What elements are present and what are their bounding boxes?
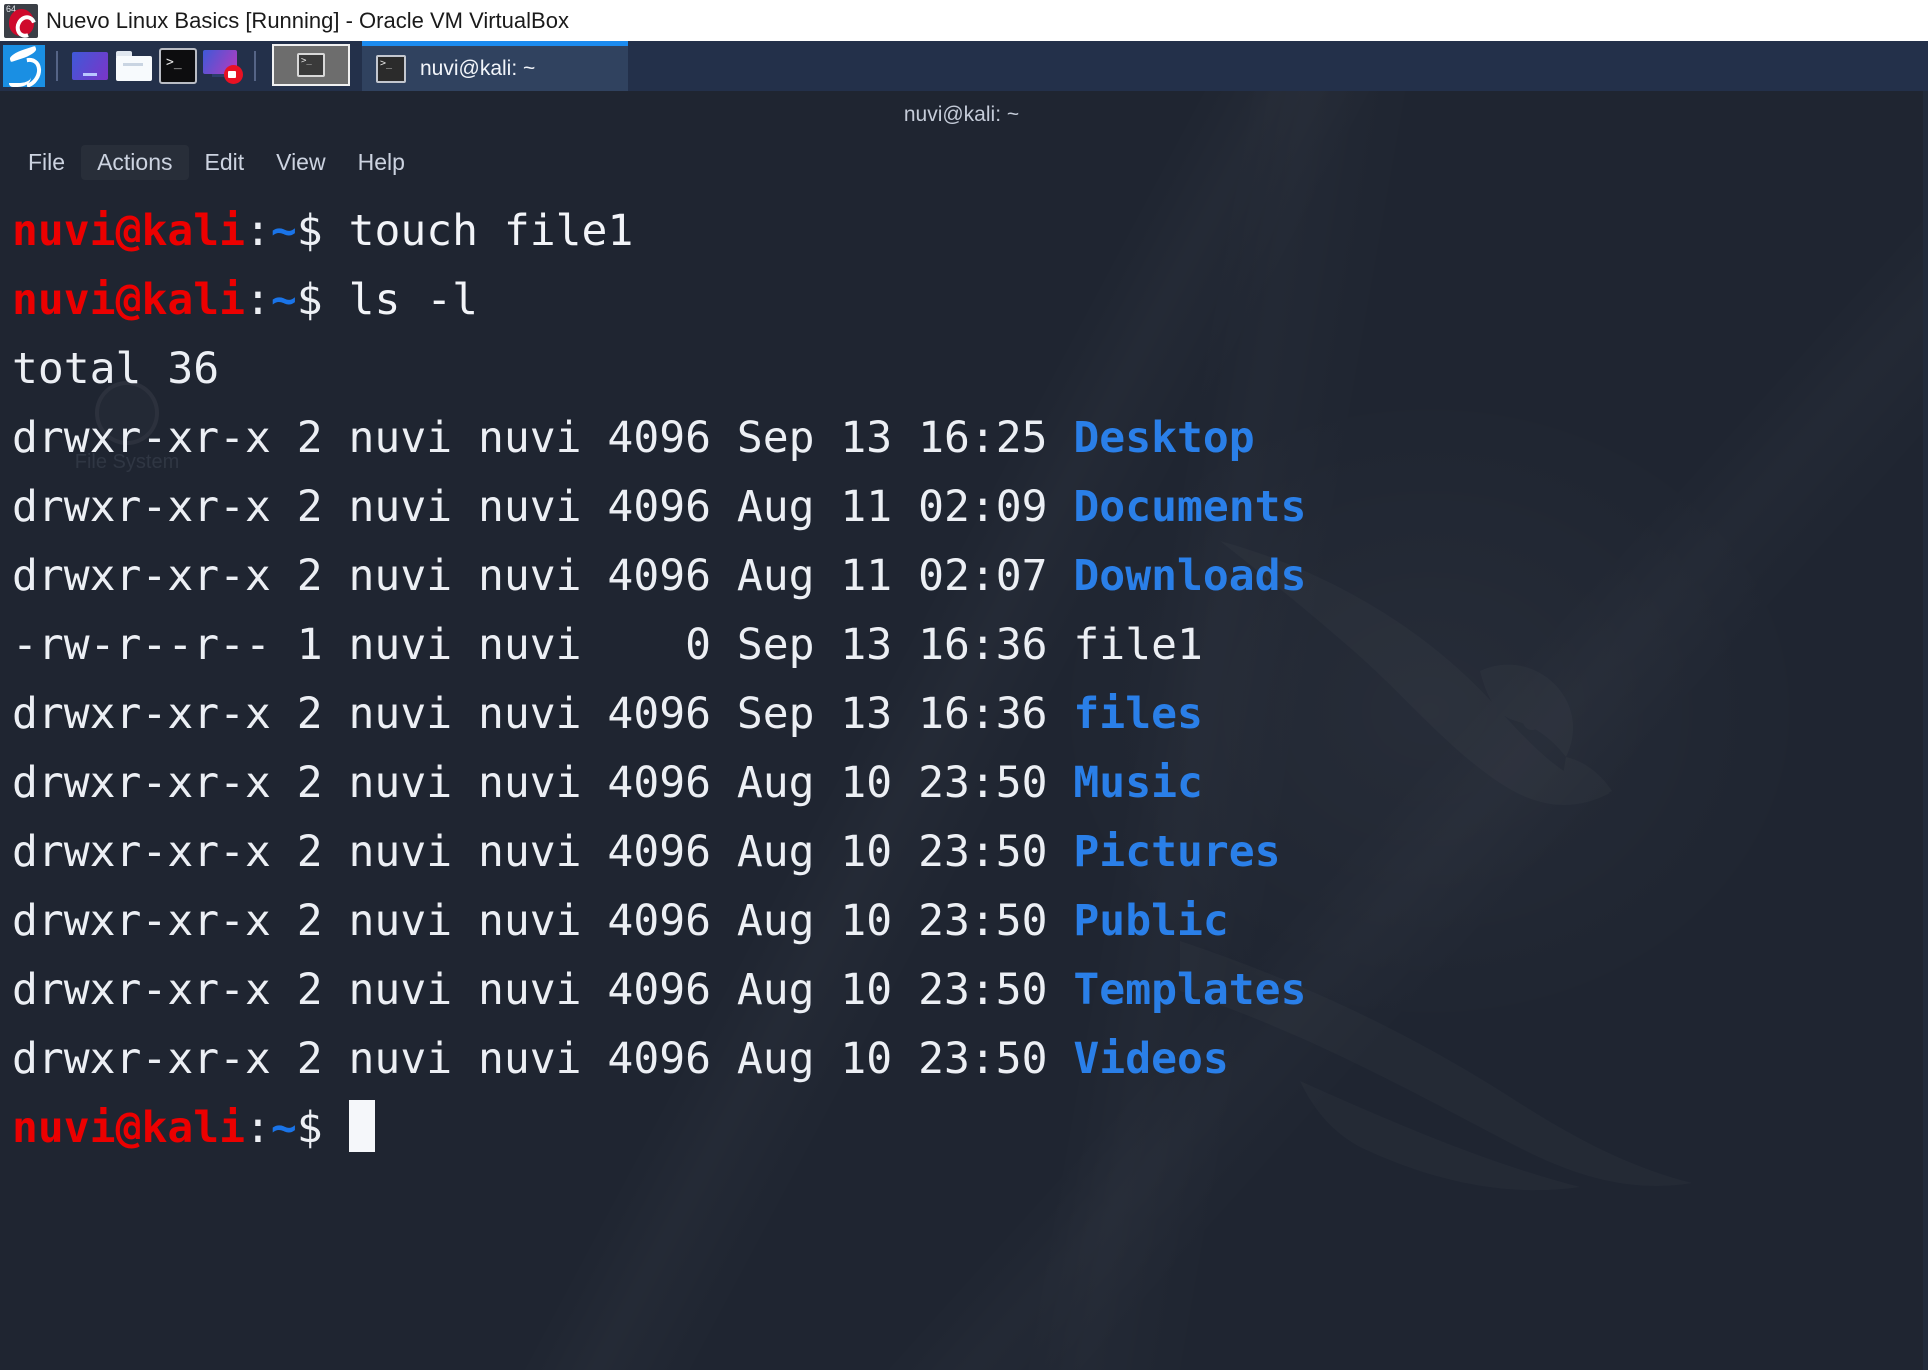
listing-directory-name: Documents xyxy=(1073,482,1307,532)
browser-glyph xyxy=(72,52,108,80)
listing-directory-name: Desktop xyxy=(1073,413,1255,463)
terminal-listing-row: drwxr-xr-x 2 nuvi nuvi 4096 Aug 10 23:50… xyxy=(12,956,1923,1025)
terminal-listing-row: drwxr-xr-x 2 nuvi nuvi 4096 Sep 13 16:25… xyxy=(12,404,1923,473)
task-list: nuvi@kali: ~ xyxy=(362,41,628,91)
prompt-sigil: $ xyxy=(296,275,349,325)
terminal-listing-row: -rw-r--r-- 1 nuvi nuvi 0 Sep 13 16:36 fi… xyxy=(12,611,1923,680)
listing-directory-name: Templates xyxy=(1073,965,1307,1015)
panel-separator-2 xyxy=(254,51,256,81)
listing-directory-name: Public xyxy=(1073,896,1229,946)
terminal-listing-row: drwxr-xr-x 2 nuvi nuvi 4096 Aug 10 23:50… xyxy=(12,749,1923,818)
virtualbox-icon: 64 xyxy=(4,3,38,38)
terminal-glyph: >_ xyxy=(159,48,197,84)
prompt-user-host: nuvi@kali xyxy=(12,275,245,325)
workspace-thumbnail-terminal xyxy=(297,53,325,77)
listing-directory-name: files xyxy=(1073,689,1203,739)
listing-file-name: file1 xyxy=(1073,620,1203,670)
terminal-title: nuvi@kali: ~ xyxy=(903,103,1020,126)
prompt-path: ~ xyxy=(270,1103,297,1153)
terminal-command: touch file1 xyxy=(348,206,634,256)
menu-view[interactable]: View xyxy=(260,145,341,180)
terminal-prompt-line: nuvi@kali:~$ ls -l xyxy=(12,266,1923,335)
terminal-menubar: File Actions Edit View Help xyxy=(0,139,1923,185)
listing-directory-name: Downloads xyxy=(1073,551,1307,601)
terminal-listing-row: drwxr-xr-x 2 nuvi nuvi 4096 Aug 10 23:50… xyxy=(12,818,1923,887)
terminal-listing-row: drwxr-xr-x 2 nuvi nuvi 4096 Sep 13 16:36… xyxy=(12,680,1923,749)
menu-actions[interactable]: Actions xyxy=(81,144,189,180)
listing-metadata: drwxr-xr-x 2 nuvi nuvi 4096 Aug 11 02:07 xyxy=(12,551,1074,601)
terminal-listing-row: drwxr-xr-x 2 nuvi nuvi 4096 Aug 11 02:09… xyxy=(12,473,1923,542)
prompt-sigil: $ xyxy=(296,1103,349,1153)
terminal-listing-row: drwxr-xr-x 2 nuvi nuvi 4096 Aug 10 23:50… xyxy=(12,887,1923,956)
virtualbox-logo-swirl xyxy=(9,8,34,36)
workspace-switcher[interactable] xyxy=(272,44,350,86)
menu-edit[interactable]: Edit xyxy=(189,145,261,180)
listing-metadata: drwxr-xr-x 2 nuvi nuvi 4096 Aug 11 02:09 xyxy=(12,482,1074,532)
prompt-path: ~ xyxy=(270,206,297,256)
terminal-listing-row: drwxr-xr-x 2 nuvi nuvi 4096 Aug 11 02:07… xyxy=(12,542,1923,611)
listing-directory-name: Pictures xyxy=(1073,827,1281,877)
listing-metadata: drwxr-xr-x 2 nuvi nuvi 4096 Aug 10 23:50 xyxy=(12,758,1074,808)
terminal-listing-row: drwxr-xr-x 2 nuvi nuvi 4096 Aug 10 23:50… xyxy=(12,1025,1923,1094)
xfce-panel: >_ nuvi@kali: ~ xyxy=(0,41,1928,91)
terminal-prompt-line: nuvi@kali:~$ touch file1 xyxy=(12,197,1923,266)
desktop-edge-sliver xyxy=(1923,91,1928,1370)
listing-metadata: drwxr-xr-x 2 nuvi nuvi 4096 Aug 10 23:50 xyxy=(12,896,1074,946)
recorder-glyph xyxy=(203,50,243,84)
kali-menu-icon[interactable] xyxy=(2,44,46,88)
kali-dragon-glyph xyxy=(3,45,45,87)
terminal-window: File System nuvi@kali: ~ File Actions Ed… xyxy=(0,91,1923,1370)
window-title: Nuevo Linux Basics [Running] - Oracle VM… xyxy=(46,7,569,33)
listing-directory-name: Music xyxy=(1073,758,1203,808)
panel-launcher-area: >_ xyxy=(0,41,268,91)
listing-metadata: -rw-r--r-- 1 nuvi nuvi 0 Sep 13 16:36 xyxy=(12,620,1074,670)
terminal-command: ls -l xyxy=(348,275,479,325)
prompt-user-host: nuvi@kali xyxy=(12,206,245,256)
prompt-path: ~ xyxy=(270,275,297,325)
terminal-output-area[interactable]: nuvi@kali:~$ touch file1 nuvi@kali:~$ ls … xyxy=(0,187,1923,1370)
listing-metadata: drwxr-xr-x 2 nuvi nuvi 4096 Aug 10 23:50 xyxy=(12,827,1074,877)
prompt-colon: : xyxy=(245,206,271,256)
folder-glyph xyxy=(116,51,152,81)
terminal-cursor xyxy=(348,1100,375,1152)
prompt-sigil: $ xyxy=(296,206,349,256)
terminal-prompt-line: nuvi@kali:~$ xyxy=(12,1094,1923,1163)
terminal-output-line: total 36 xyxy=(12,335,1923,404)
taskbar-window-label: nuvi@kali: ~ xyxy=(420,56,536,80)
menu-file[interactable]: File xyxy=(12,145,81,180)
panel-separator xyxy=(56,51,58,81)
prompt-colon: : xyxy=(245,275,271,325)
listing-metadata: drwxr-xr-x 2 nuvi nuvi 4096 Aug 10 23:50 xyxy=(12,965,1074,1015)
listing-metadata: drwxr-xr-x 2 nuvi nuvi 4096 Sep 13 16:36 xyxy=(12,689,1074,739)
prompt-user-host: nuvi@kali xyxy=(12,1103,245,1153)
terminal-output-text: total 36 xyxy=(12,344,220,394)
listing-metadata: drwxr-xr-x 2 nuvi nuvi 4096 Sep 13 16:25 xyxy=(12,413,1074,463)
terminal-titlebar: nuvi@kali: ~ xyxy=(0,91,1923,139)
file-manager-icon[interactable] xyxy=(112,44,156,88)
guest-screen: >_ nuvi@kali: ~ xyxy=(0,41,1928,1370)
screen-recorder-icon[interactable] xyxy=(200,44,244,88)
prompt-colon: : xyxy=(245,1103,271,1153)
web-browser-icon[interactable] xyxy=(68,44,112,88)
terminal-icon-small xyxy=(376,54,406,83)
listing-metadata: drwxr-xr-x 2 nuvi nuvi 4096 Aug 10 23:50 xyxy=(12,1034,1074,1084)
menu-help[interactable]: Help xyxy=(342,145,421,180)
taskbar-window-terminal[interactable]: nuvi@kali: ~ xyxy=(362,41,628,91)
virtualbox-titlebar: 64 Nuevo Linux Basics [Running] - Oracle… xyxy=(0,0,1928,41)
terminal-icon[interactable]: >_ xyxy=(156,44,200,88)
listing-directory-name: Videos xyxy=(1073,1034,1229,1084)
